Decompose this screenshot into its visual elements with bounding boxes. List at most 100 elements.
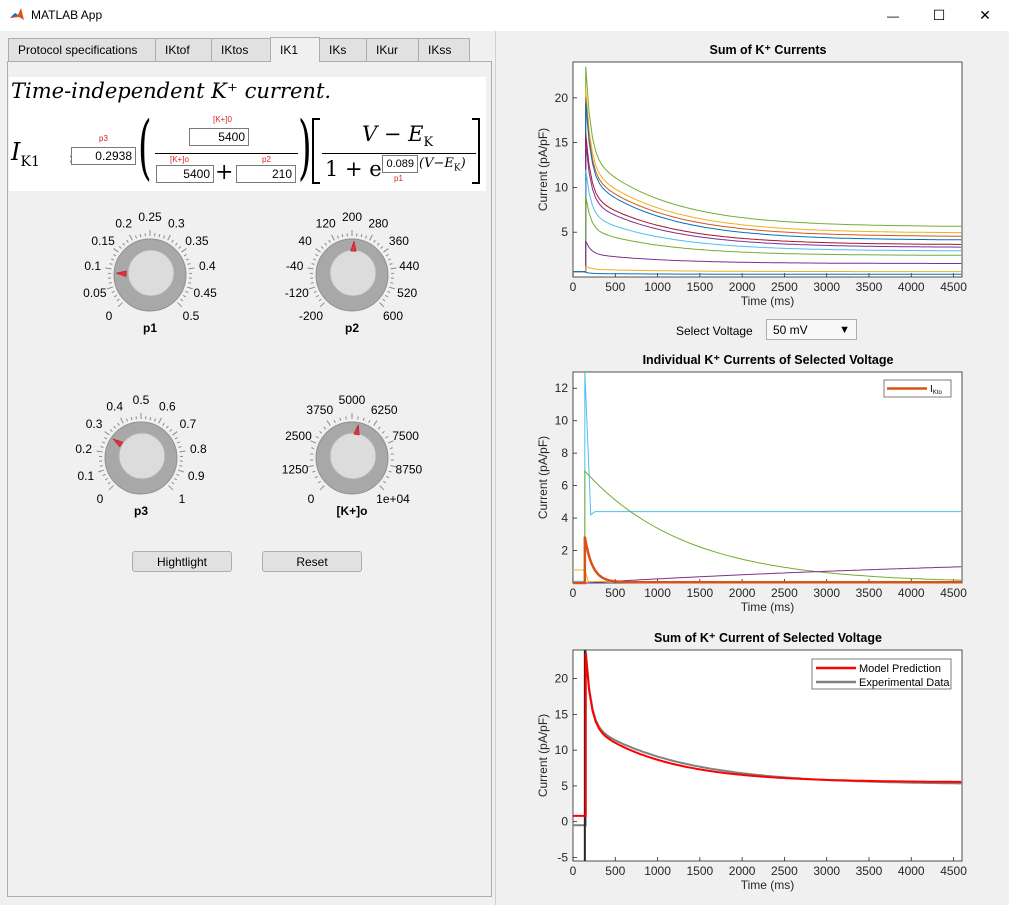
close-button[interactable]: ✕	[962, 0, 1008, 31]
minimize-button[interactable]: —	[870, 0, 916, 31]
knob-tick	[362, 417, 365, 421]
p2-field[interactable]: 210	[236, 165, 296, 183]
knob-p3[interactable]: 0 0.1 0.2 0.3 0.4 0.5 0.6 0.7 0.8 0.9 1 p3	[51, 388, 231, 523]
knob-tick-label: 0.3	[168, 216, 185, 230]
voltage-select[interactable]: 50 mV ▼	[766, 319, 857, 340]
x-tick-label: 0	[570, 864, 577, 878]
denominator: 1 + e	[325, 157, 382, 181]
plus-sign: +	[215, 160, 234, 185]
knob-tick	[162, 422, 165, 426]
tab-iktos[interactable]: IKtos	[211, 38, 271, 61]
knob-tick	[179, 465, 183, 467]
close-icon: ✕	[979, 7, 991, 23]
knob-tick	[108, 282, 112, 284]
knob-name-label: p1	[143, 321, 157, 335]
chart-individual-currents: 0 500 1000 1500 2000 2500 3000 3500 4000 4500 2 4 6 8…	[536, 371, 967, 614]
voltage-select-value: 50 mV	[773, 322, 808, 337]
knob-tick-label: 0.05	[83, 286, 107, 300]
knob-tick	[390, 267, 397, 270]
knob-dial[interactable]: -200 -120 -40 40 120 200 280360 440 520 600 p2	[262, 205, 442, 340]
exponent-tail: (V−EK)	[419, 156, 466, 174]
x-tick-label: 3500	[856, 280, 883, 294]
plot-area	[572, 61, 963, 278]
knob-tick	[171, 239, 174, 243]
knob-tick	[169, 429, 173, 432]
knob-tick	[373, 239, 376, 243]
knob-tick	[185, 290, 189, 294]
knob-tick	[368, 419, 371, 423]
knob-tick	[339, 417, 342, 421]
knob-tick-label: -120	[285, 286, 309, 300]
knob-tick	[113, 248, 119, 253]
knob-tick-label: 0.4	[199, 259, 216, 273]
y-tick-label: 15	[555, 136, 569, 150]
knob-tick	[180, 298, 184, 302]
open-bracket	[312, 118, 320, 184]
knob-tick-label: 0.25	[138, 210, 162, 224]
knob-tick	[173, 477, 178, 481]
panel-divider	[495, 31, 496, 905]
knob-tick	[187, 263, 191, 265]
y-axis-label: Current (pA/pF)	[536, 436, 550, 519]
chart-sum-currents: 0 500 1000 1500 2000 2500 3000 3500 4000 4500 5 10 1…	[536, 61, 967, 308]
y-tick-label: 10	[555, 180, 569, 194]
tab-ik1[interactable]: IK1	[270, 37, 320, 62]
knob-dial[interactable]: 0 1250 2500 3750 5000 6250 7500 8750 1e+04 [K+]o	[262, 388, 442, 523]
tab-iks[interactable]: IKs	[319, 38, 367, 61]
knob-tick	[154, 418, 157, 422]
k-bottom-field[interactable]: 5400	[156, 165, 214, 183]
knob-tick	[312, 470, 316, 473]
knob-p1[interactable]: 0 0.05 0.1 0.15 0.2 0.25 0.3 0.35 0.4 0.45 0.5 p1	[60, 205, 240, 340]
knob-tick	[376, 242, 380, 246]
x-tick-label: 500	[605, 280, 625, 294]
maximize-button[interactable]: ☐	[916, 0, 962, 31]
x-tick-label: 3000	[813, 586, 840, 600]
chart3-title: Sum of K⁺ Current of Selected Voltage	[654, 631, 882, 645]
knob-tick	[379, 485, 385, 491]
knob-tick	[319, 430, 323, 434]
knob-tick-label: 2500	[285, 429, 312, 443]
knob-tick	[389, 263, 393, 265]
knob-tick	[188, 282, 192, 284]
knob-tick-label: 7500	[392, 429, 419, 443]
knob-tick-label: 280	[368, 216, 388, 230]
tab-ikur[interactable]: IKur	[366, 38, 419, 61]
knob-tick	[118, 246, 122, 249]
knob-tick	[383, 248, 389, 253]
knob-tick-label: 0.3	[86, 417, 103, 431]
fraction-bar-2	[322, 153, 476, 154]
knob-tick	[172, 431, 178, 436]
knob-p2[interactable]: -200 -120 -40 40 120 200 280 360 440 520 600 p2	[262, 205, 442, 340]
knob-tick	[388, 286, 395, 290]
matlab-app-icon	[9, 7, 25, 23]
knob-ko[interactable]: 0 1250 2500 3750 5000 6250 7500 8750 1e+04 [K+]o	[262, 388, 442, 523]
knob-tick	[130, 417, 133, 421]
legend: IKto	[883, 379, 952, 398]
p3-field[interactable]: 0.2938	[71, 147, 136, 165]
chart2-title: Individual K⁺ Currents of Selected Volta…	[642, 353, 894, 367]
tab-protocol-specifications[interactable]: Protocol specifications	[8, 38, 156, 61]
knob-center	[329, 249, 377, 297]
knob-tick	[317, 480, 321, 484]
p2-label: p2	[262, 155, 271, 164]
x-tick-label: 4000	[898, 864, 925, 878]
x-tick-label: 1500	[686, 864, 713, 878]
p1-field[interactable]: 0.089	[382, 155, 418, 173]
tab-ikss[interactable]: IKss	[418, 38, 470, 61]
x-axis-label: Time (ms)	[741, 878, 795, 892]
knob-dial[interactable]: 0 0.05 0.1 0.150.2 0.25 0.30.35 0.4 0.45 0.5 p1	[60, 205, 240, 340]
y-tick-label: 5	[561, 225, 568, 239]
y-tick-label: 10	[555, 414, 569, 428]
knob-tick	[310, 282, 314, 284]
knob-tick	[109, 429, 113, 432]
knob-dial[interactable]: 00.1 0.2 0.30.4 0.5 0.6 0.7 0.8 0.91 p3	[51, 388, 231, 523]
highlight-button[interactable]: Hightlight	[132, 551, 232, 572]
x-tick-label: 4500	[940, 280, 967, 294]
knob-tick	[98, 469, 105, 473]
k-top-field[interactable]: 5400	[189, 128, 249, 146]
knob-tick	[319, 302, 325, 308]
knob-tick	[116, 298, 120, 302]
tab-iktof[interactable]: IKtof	[155, 38, 212, 61]
knob-tick	[158, 417, 162, 424]
reset-button[interactable]: Reset	[262, 551, 362, 572]
